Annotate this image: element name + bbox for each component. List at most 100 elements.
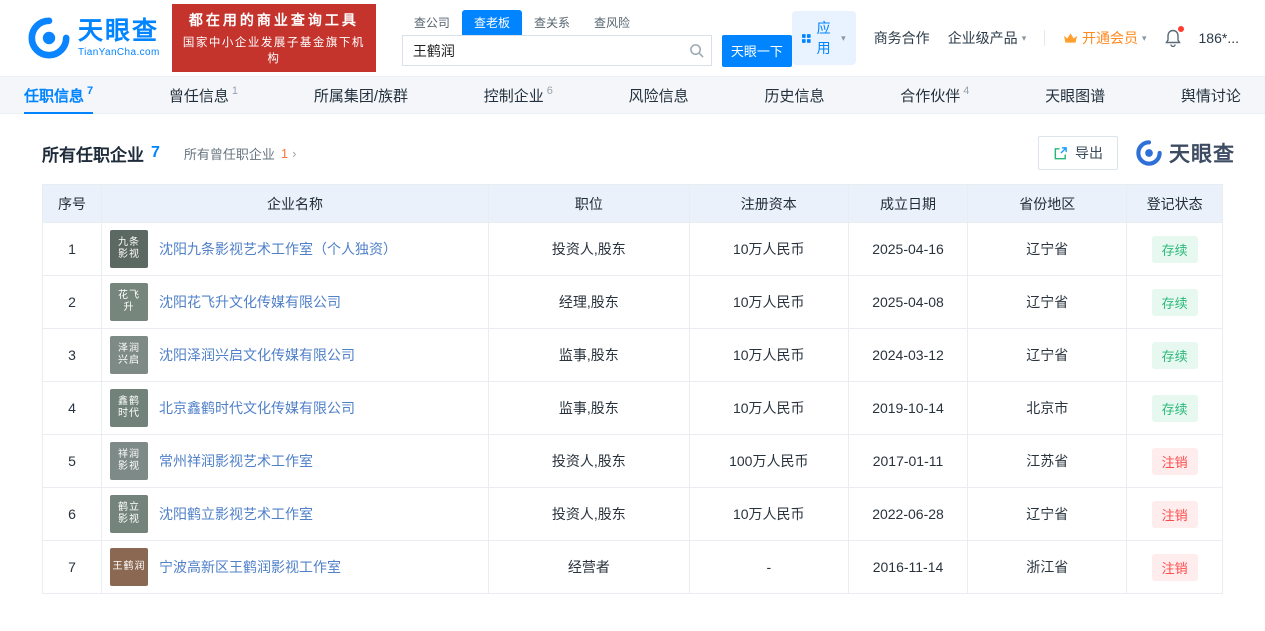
company-logo: 泽润 兴启 bbox=[110, 336, 148, 374]
tab-label: 历史信息 bbox=[764, 87, 825, 105]
status-badge: 注销 bbox=[1151, 447, 1198, 475]
header: 天眼查 TianYanCha.com 都在用的商业查询工具 国家中小企业发展子基… bbox=[0, 0, 1265, 76]
company-logo: 花飞升 bbox=[110, 283, 148, 321]
status-badge: 存续 bbox=[1151, 341, 1198, 369]
company-link[interactable]: 宁波高新区王鹤润影视工作室 bbox=[159, 557, 341, 577]
column-header: 成立日期 bbox=[847, 184, 969, 223]
section-header: 所有任职企业 7 所有曾任职企业 1 › 导出 天眼查 bbox=[28, 130, 1237, 184]
status-badge: 注销 bbox=[1151, 500, 1198, 528]
tab-label: 合作伙伴 bbox=[900, 87, 961, 105]
tianyancha-eye-icon bbox=[28, 17, 70, 59]
row-capital: 10万人民币 bbox=[688, 381, 849, 435]
tianyancha-watermark: 天眼查 bbox=[1136, 138, 1235, 168]
watermark-text: 天眼查 bbox=[1169, 143, 1235, 166]
row-position: 监事,股东 bbox=[488, 381, 690, 435]
search-nav-tab[interactable]: 查公司 bbox=[402, 10, 462, 35]
row-date: 2025-04-16 bbox=[847, 222, 969, 276]
tab-天眼图谱[interactable]: 天眼图谱 bbox=[1035, 77, 1115, 113]
company-logo: 鑫鹤 时代 bbox=[110, 389, 148, 427]
row-index: 6 bbox=[42, 487, 102, 541]
positions-card: 所有任职企业 7 所有曾任职企业 1 › 导出 天眼查 序号 企业名称 职位 注… bbox=[28, 130, 1237, 594]
row-index: 1 bbox=[42, 222, 102, 276]
header-right-menu: 应用 ▾ 商务合作 企业级产品 ▾ 开通会员 ▾ 186*... bbox=[791, 11, 1239, 65]
row-index: 2 bbox=[42, 275, 102, 329]
row-province: 北京市 bbox=[967, 381, 1128, 435]
business-cooperation-link[interactable]: 商务合作 bbox=[874, 28, 930, 48]
row-index: 3 bbox=[42, 328, 102, 382]
search-icon[interactable] bbox=[689, 43, 704, 63]
search-input[interactable] bbox=[401, 35, 712, 66]
vip-upgrade-link[interactable]: 开通会员 ▾ bbox=[1063, 28, 1147, 48]
row-position: 投资人,股东 bbox=[488, 487, 690, 541]
chevron-right-icon: › bbox=[292, 145, 297, 161]
notifications-button[interactable] bbox=[1164, 26, 1184, 47]
search-nav-tab[interactable]: 查关系 bbox=[522, 10, 582, 35]
column-header: 序号 bbox=[42, 184, 102, 223]
row-position: 投资人,股东 bbox=[488, 434, 690, 488]
table-row: 5 祥润 影视 常州祥润影视艺术工作室 投资人,股东 100万人民币 2017-01-11 江… bbox=[42, 434, 1223, 488]
tab-所属集团/族群[interactable]: 所属集团/族群 bbox=[304, 77, 418, 113]
search-nav-tabs: 查公司 查老板 查关系 查风险 bbox=[402, 9, 792, 35]
tab-风险信息[interactable]: 风险信息 bbox=[619, 77, 699, 113]
table-body: 1 九条 影视 沈阳九条影视艺术工作室（个人独资） 投资人,股东 10万人民币 2025-0… bbox=[42, 222, 1223, 594]
tab-合作伙伴[interactable]: 合作伙伴 4 bbox=[890, 77, 979, 113]
section-tab-bar: 任职信息 7 曾任信息 1 所属集团/族群 控制企业 6 风险信息 历史信息 合作伙伴 4 天眼图谱 舆… bbox=[0, 76, 1265, 114]
company-link[interactable]: 沈阳泽润兴启文化传媒有限公司 bbox=[159, 345, 355, 365]
search-button[interactable]: 天眼一下 bbox=[721, 34, 792, 67]
former-positions-label: 所有曾任职企业 bbox=[183, 146, 275, 162]
enterprise-products-menu[interactable]: 企业级产品 ▾ bbox=[948, 28, 1027, 48]
business-cooperation-label: 商务合作 bbox=[873, 30, 930, 46]
account-phone-label: 186*... bbox=[1198, 30, 1239, 46]
company-link[interactable]: 沈阳九条影视艺术工作室（个人独资） bbox=[159, 239, 397, 259]
search-nav-tab[interactable]: 查老板 bbox=[461, 9, 522, 35]
tab-任职信息[interactable]: 任职信息 7 bbox=[14, 77, 103, 114]
tab-count: 7 bbox=[87, 85, 94, 97]
company-link[interactable]: 沈阳鹤立影视艺术工作室 bbox=[159, 504, 313, 524]
apps-label: 应用 bbox=[816, 20, 831, 56]
search-nav-tab[interactable]: 查风险 bbox=[582, 10, 642, 35]
chevron-down-icon: ▾ bbox=[1141, 32, 1147, 43]
section-title: 所有任职企业 bbox=[42, 145, 144, 165]
table-row: 2 花飞升沈阳花飞升文化传媒有限公司 经理,股东 10万人民币 2025-04-08 辽宁… bbox=[42, 275, 1223, 329]
row-date: 2017-01-11 bbox=[847, 434, 969, 488]
tab-label: 风险信息 bbox=[628, 87, 689, 105]
company-logo: 鹤立 影视 bbox=[110, 495, 148, 533]
row-capital: 10万人民币 bbox=[688, 222, 849, 276]
company-link[interactable]: 沈阳花飞升文化传媒有限公司 bbox=[159, 292, 341, 312]
tab-控制企业[interactable]: 控制企业 6 bbox=[474, 77, 563, 113]
tab-历史信息[interactable]: 历史信息 bbox=[754, 77, 834, 113]
row-date: 2024-03-12 bbox=[847, 328, 969, 382]
enterprise-products-label: 企业级产品 bbox=[947, 30, 1018, 46]
company-logo: 祥润 影视 bbox=[110, 442, 148, 480]
row-capital: 10万人民币 bbox=[688, 328, 849, 382]
grid-icon bbox=[801, 33, 811, 43]
row-position: 经营者 bbox=[488, 540, 690, 594]
row-index: 5 bbox=[42, 434, 102, 488]
column-header: 职位 bbox=[488, 184, 690, 223]
apps-menu[interactable]: 应用 ▾ bbox=[791, 11, 856, 65]
crown-icon bbox=[1064, 33, 1077, 43]
tab-曾任信息[interactable]: 曾任信息 1 bbox=[159, 77, 248, 113]
row-capital: 10万人民币 bbox=[688, 275, 849, 329]
row-capital: 100万人民币 bbox=[688, 434, 849, 488]
company-link[interactable]: 常州祥润影视艺术工作室 bbox=[159, 451, 313, 471]
table-row: 3 泽润 兴启 沈阳泽润兴启文化传媒有限公司 监事,股东 10万人民币 2024-03-12… bbox=[42, 328, 1223, 382]
row-province: 辽宁省 bbox=[967, 328, 1128, 382]
export-label: 导出 bbox=[1075, 145, 1103, 161]
account-phone[interactable]: 186*... bbox=[1199, 30, 1239, 46]
export-button[interactable]: 导出 bbox=[1038, 136, 1118, 170]
column-header: 企业名称 bbox=[100, 184, 490, 223]
row-index: 4 bbox=[42, 381, 102, 435]
tab-舆情讨论[interactable]: 舆情讨论 bbox=[1171, 77, 1251, 113]
tianyancha-logo[interactable]: 天眼查 TianYanCha.com bbox=[28, 17, 160, 59]
former-positions-link[interactable]: 所有曾任职企业 1 › bbox=[184, 144, 297, 163]
company-link[interactable]: 北京鑫鹤时代文化传媒有限公司 bbox=[159, 398, 355, 418]
status-badge: 存续 bbox=[1151, 394, 1198, 422]
vip-label: 开通会员 bbox=[1081, 30, 1138, 46]
chevron-down-icon: ▾ bbox=[1021, 32, 1027, 43]
banner-line2: 国家中小企业发展子基金旗下机构 bbox=[182, 37, 365, 65]
row-position: 监事,股东 bbox=[488, 328, 690, 382]
row-capital: - bbox=[688, 540, 849, 594]
company-logo: 王鹤润 bbox=[110, 548, 148, 586]
row-province: 辽宁省 bbox=[967, 487, 1128, 541]
